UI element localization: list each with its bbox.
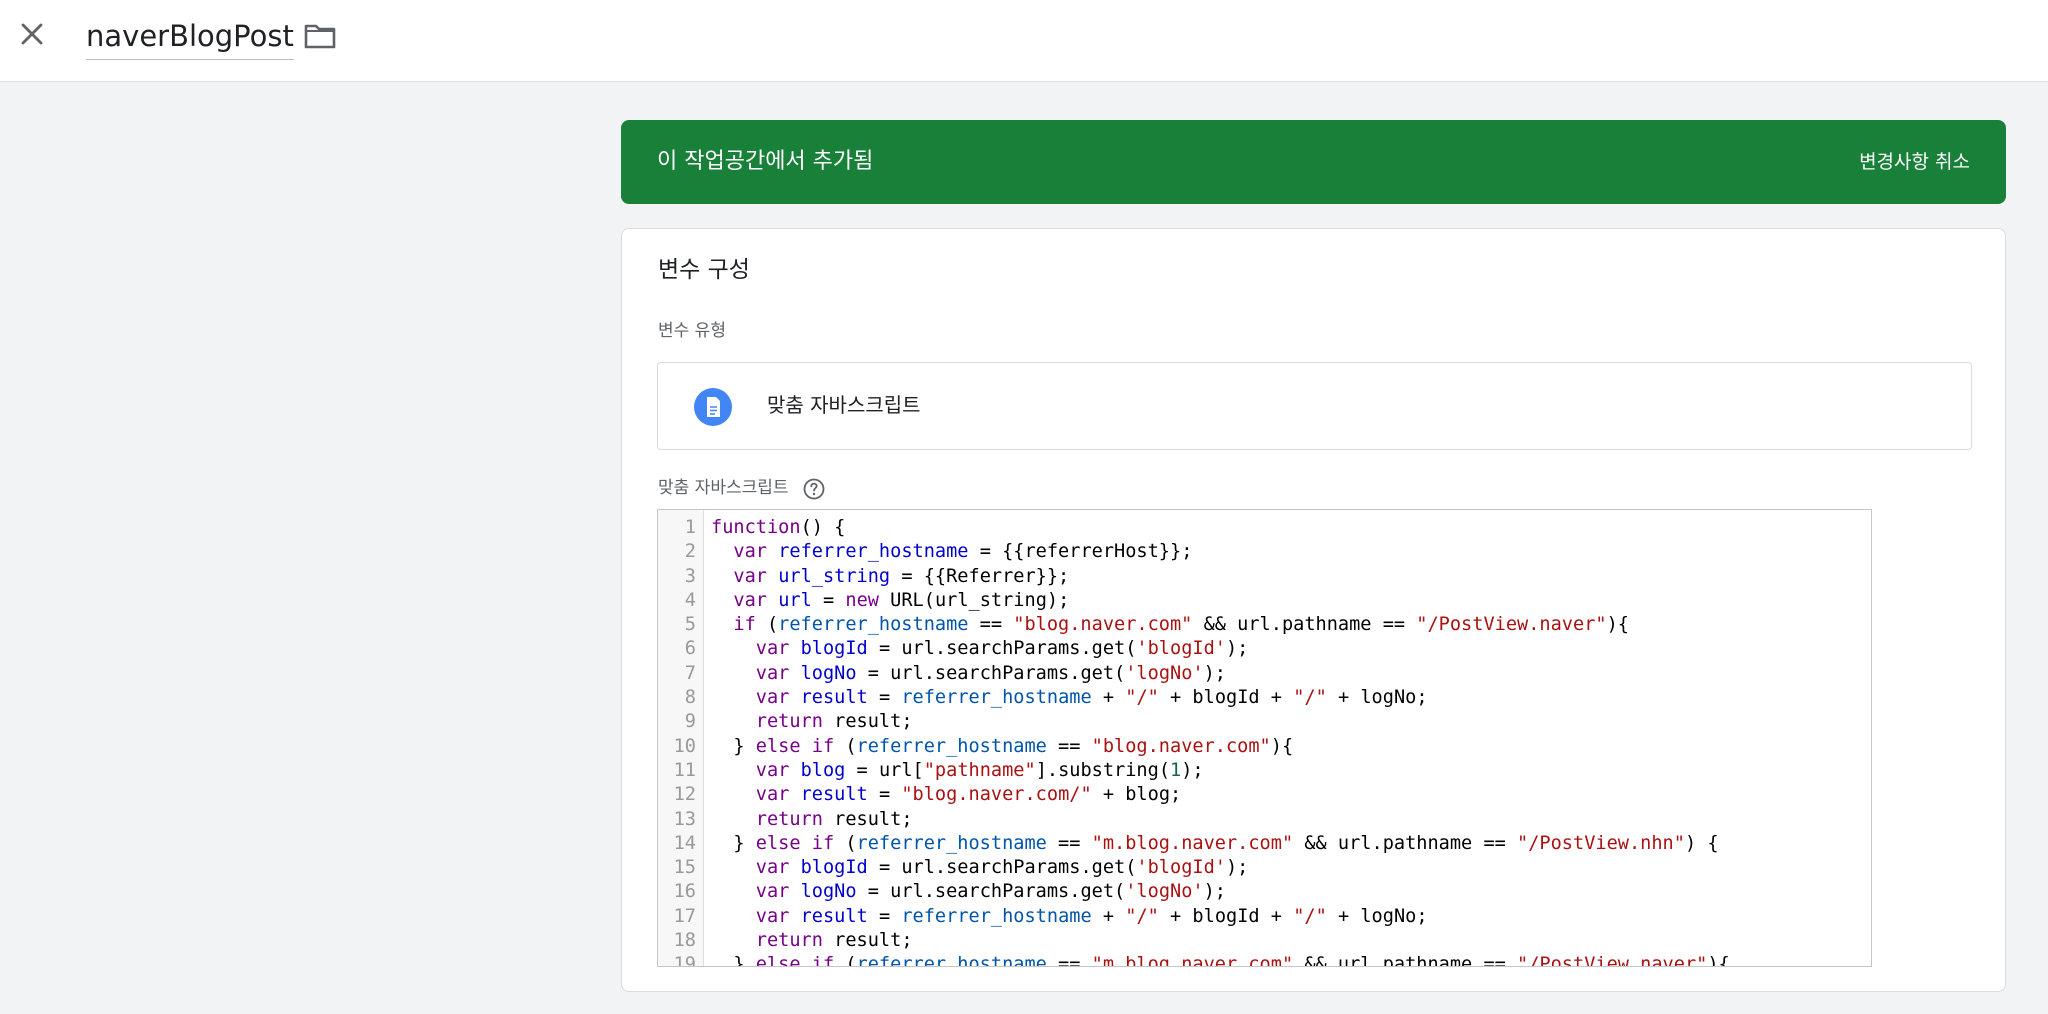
code-line[interactable]: 2 var referrer_hostname = {{referrerHost… (658, 540, 1871, 564)
line-number: 17 (673, 905, 696, 927)
help-icon[interactable] (802, 477, 826, 501)
line-number: 10 (673, 735, 696, 757)
line-number: 6 (684, 638, 696, 660)
workspace-status-banner: 이 작업공간에서 추가됨 변경사항 취소 (621, 120, 2006, 204)
line-number: 13 (673, 808, 696, 830)
code-text: function() { (711, 517, 846, 538)
line-number: 1 (684, 517, 696, 538)
line-number: 8 (684, 687, 696, 709)
code-line[interactable]: 8 var result = referrer_hostname + "/" +… (658, 686, 1871, 710)
line-number: 19 (673, 954, 696, 967)
code-line[interactable]: 9 return result; (658, 710, 1871, 734)
code-line[interactable]: 6 var blogId = url.searchParams.get('blo… (658, 637, 1871, 661)
line-number: 12 (673, 784, 696, 806)
code-text: var url_string = {{Referrer}}; (733, 565, 1070, 587)
code-line[interactable]: 1 function() { (658, 516, 1871, 540)
code-text: var blog = url["pathname"].substring(1); (755, 759, 1204, 781)
code-line[interactable]: 14 } else if (referrer_hostname == "m.bl… (658, 832, 1871, 856)
code-line[interactable]: 11 var blog = url["pathname"].substring(… (658, 759, 1871, 783)
variable-name-title[interactable]: naverBlogPost (86, 14, 294, 60)
code-text: return result; (755, 711, 913, 733)
code-line[interactable]: 12 var result = "blog.naver.com/" + blog… (658, 783, 1871, 807)
code-editor[interactable]: 1 function() {2 var referrer_hostname = {… (657, 509, 1872, 967)
card-title: 변수 구성 (658, 257, 750, 283)
line-number: 9 (684, 711, 696, 733)
line-number: 15 (673, 857, 696, 879)
document-icon (694, 388, 732, 426)
code-line[interactable]: 17 var result = referrer_hostname + "/" … (658, 905, 1871, 929)
code-text: var result = referrer_hostname + "/" + b… (755, 687, 1428, 709)
variable-config-card: 변수 구성 변수 유형 맞춤 자바스크립트 맞춤 자바스크립트 1 functio… (621, 228, 2006, 992)
code-line[interactable]: 4 var url = new URL(url_string); (658, 589, 1871, 613)
line-number: 16 (673, 881, 696, 903)
line-number: 11 (673, 759, 696, 781)
line-number: 4 (684, 589, 696, 611)
code-text: var url = new URL(url_string); (733, 589, 1070, 611)
variable-type-label: 변수 유형 (658, 321, 726, 341)
code-line[interactable]: 13 return result; (658, 808, 1871, 832)
code-text: var result = referrer_hostname + "/" + b… (755, 905, 1428, 927)
code-content[interactable]: 1 function() {2 var referrer_hostname = {… (658, 516, 1871, 967)
code-text: return result; (755, 808, 913, 830)
code-text: if (referrer_hostname == "blog.naver.com… (733, 614, 1629, 636)
code-line[interactable]: 19 } else if (referrer_hostname == "m.bl… (658, 953, 1871, 967)
folder-icon[interactable] (302, 18, 338, 54)
code-text: return result; (755, 930, 913, 952)
banner-text: 이 작업공간에서 추가됨 (657, 149, 874, 174)
code-line[interactable]: 10 } else if (referrer_hostname == "blog… (658, 735, 1871, 759)
code-line[interactable]: 16 var logNo = url.searchParams.get('log… (658, 880, 1871, 904)
code-line[interactable]: 5 if (referrer_hostname == "blog.naver.c… (658, 613, 1871, 637)
code-line[interactable]: 7 var logNo = url.searchParams.get('logN… (658, 662, 1871, 686)
close-icon[interactable] (14, 16, 50, 52)
line-number: 18 (673, 930, 696, 952)
code-text: var logNo = url.searchParams.get('logNo'… (755, 662, 1226, 684)
code-text: } else if (referrer_hostname == "m.blog.… (711, 954, 1730, 967)
code-text: var blogId = url.searchParams.get('blogI… (755, 857, 1249, 879)
top-bar: naverBlogPost (0, 0, 2048, 82)
code-text: var blogId = url.searchParams.get('blogI… (755, 638, 1249, 660)
line-number: 7 (684, 662, 696, 684)
discard-changes-button[interactable]: 변경사항 취소 (1859, 120, 1970, 204)
line-number: 2 (684, 541, 696, 563)
code-text: } else if (referrer_hostname == "blog.na… (711, 735, 1294, 757)
variable-type-selector[interactable]: 맞춤 자바스크립트 (657, 362, 1972, 450)
line-number: 5 (684, 614, 696, 636)
line-number: 3 (684, 565, 696, 587)
code-text: var result = "blog.naver.com/" + blog; (755, 784, 1182, 806)
code-text: } else if (referrer_hostname == "m.blog.… (711, 832, 1719, 854)
code-line[interactable]: 15 var blogId = url.searchParams.get('bl… (658, 856, 1871, 880)
line-number: 14 (673, 832, 696, 854)
code-text: var logNo = url.searchParams.get('logNo'… (755, 881, 1226, 903)
variable-type-name: 맞춤 자바스크립트 (767, 393, 921, 417)
code-line[interactable]: 18 return result; (658, 929, 1871, 953)
custom-js-label: 맞춤 자바스크립트 (658, 478, 789, 498)
code-line[interactable]: 3 var url_string = {{Referrer}}; (658, 565, 1871, 589)
code-text: var referrer_hostname = {{referrerHost}}… (733, 541, 1193, 563)
